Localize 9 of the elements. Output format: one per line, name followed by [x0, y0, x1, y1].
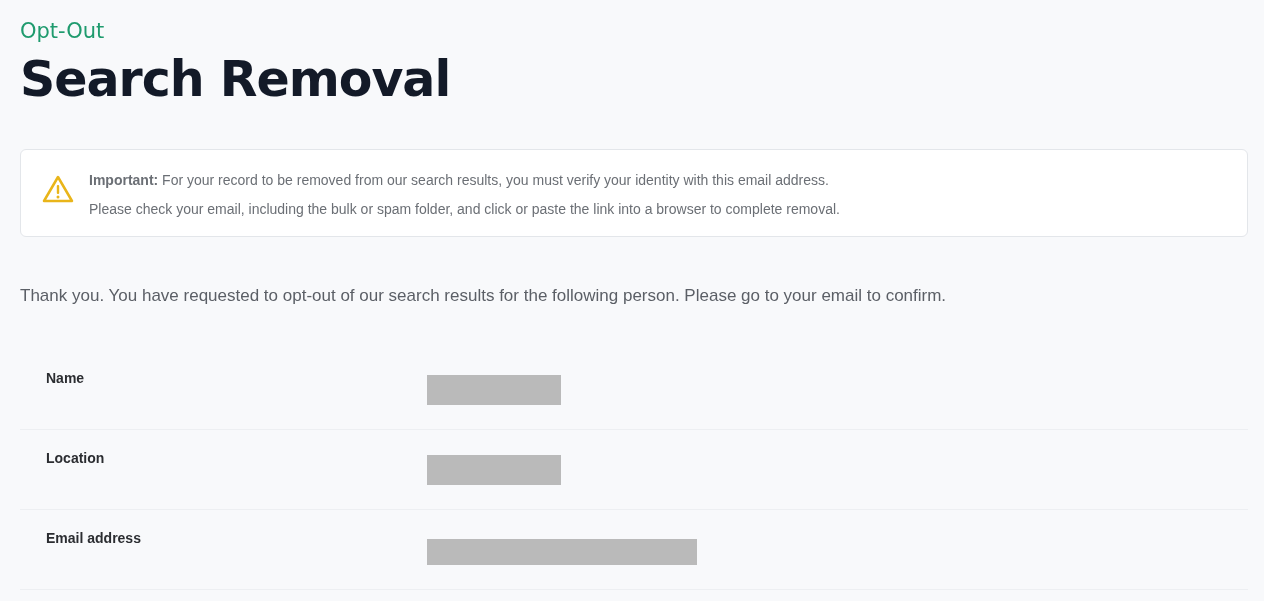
field-label: Name	[46, 370, 86, 386]
page-title: Search Removal	[20, 52, 452, 108]
confirmation-message: Thank you. You have requested to opt-out of our search results for the following person. Please go to your email to confirm.	[20, 286, 948, 306]
warning-icon	[41, 174, 75, 204]
notice-text: Please check your email, including the bulk or spam folder, and click or paste the link into a browser to complete removal.	[89, 200, 840, 219]
eyebrow-label: Opt-Out	[20, 18, 106, 44]
field-label: Email address	[46, 530, 142, 546]
field-label: Location	[46, 450, 106, 466]
notice-text: Important: For your record to be removed from our search results, you must verify your identity with this email address.	[89, 171, 830, 190]
